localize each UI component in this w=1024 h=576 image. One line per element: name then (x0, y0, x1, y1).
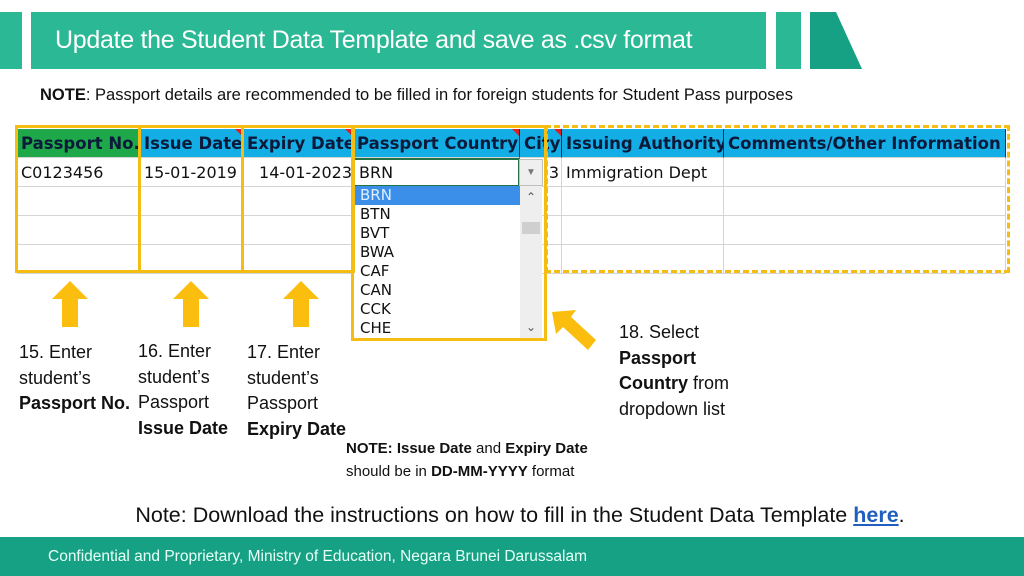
arrow-up-icon (283, 281, 319, 327)
highlight-other-columns (545, 125, 1010, 273)
step-18-line1: 18. Select (619, 322, 700, 342)
step-15-text: 15. Enter student’s Passport No. (19, 340, 130, 417)
step-17-text: 17. Enter student’s Passport Expiry Date (247, 340, 346, 442)
date-note-post: format (527, 463, 575, 480)
step-17-line3: Passport (247, 393, 319, 413)
date-note-format: DD-MM-YYYY (431, 463, 528, 480)
step-18-line4: dropdown list (619, 398, 726, 419)
header-decor-strip-left (0, 12, 22, 69)
step-18-bold1: Passport (619, 347, 697, 368)
footer: Confidential and Proprietary, Ministry o… (0, 537, 1024, 576)
step-18-rest: from (688, 373, 730, 393)
date-note-label: NOTE: Issue Date (346, 440, 472, 457)
step-16-line2: student’s (138, 366, 210, 387)
step-15-line2: student’s (19, 367, 91, 388)
note-label: NOTE (40, 86, 86, 104)
arrow-up-icon (173, 281, 209, 327)
date-format-note: NOTE: Issue Date and Expiry Date should … (346, 437, 588, 483)
step-17-bold: Expiry Date (247, 418, 347, 439)
step-15-bold: Passport No. (19, 393, 131, 413)
download-note-text: Note: Download the instructions on how t… (135, 503, 854, 527)
step-18-bold2: Country (619, 373, 688, 393)
date-note-pre: should be in (346, 463, 432, 480)
header-decor-strip-right (776, 12, 801, 69)
highlight-passport-no (15, 125, 141, 273)
passport-note: NOTE: Passport details are recommended t… (40, 86, 793, 105)
page-title: Update the Student Data Template and sav… (55, 26, 693, 54)
step-17-line1: 17. Enter (247, 342, 321, 362)
arrow-up-icon (52, 281, 88, 327)
step-15-line1: 15. Enter (19, 342, 93, 362)
date-note-expiry: Expiry Date (505, 440, 588, 457)
highlight-expiry-date (241, 125, 355, 273)
arrow-diagonal-icon (552, 310, 596, 350)
highlight-issue-date (138, 125, 244, 273)
step-16-text: 16. Enter student’s Passport Issue Date (138, 339, 228, 441)
footer-text: Confidential and Proprietary, Ministry o… (48, 547, 588, 565)
highlight-passport-country (351, 125, 547, 341)
header-banner: Update the Student Data Template and sav… (31, 12, 766, 69)
step-18-text: 18. Select Passport Country from dropdow… (619, 320, 729, 422)
step-17-line2: student’s (247, 367, 319, 388)
step-16-bold: Issue Date (138, 417, 229, 438)
step-16-line1: 16. Enter (138, 341, 212, 361)
note-text: : Passport details are recommended to be… (85, 86, 793, 104)
date-note-and: and (471, 440, 506, 457)
header-decor-trapezoid (810, 12, 862, 69)
download-note-end: . (898, 503, 905, 527)
download-here-link[interactable]: here (853, 503, 898, 527)
step-16-line3: Passport (138, 392, 210, 412)
download-note: Note: Download the instructions on how t… (0, 503, 1024, 528)
